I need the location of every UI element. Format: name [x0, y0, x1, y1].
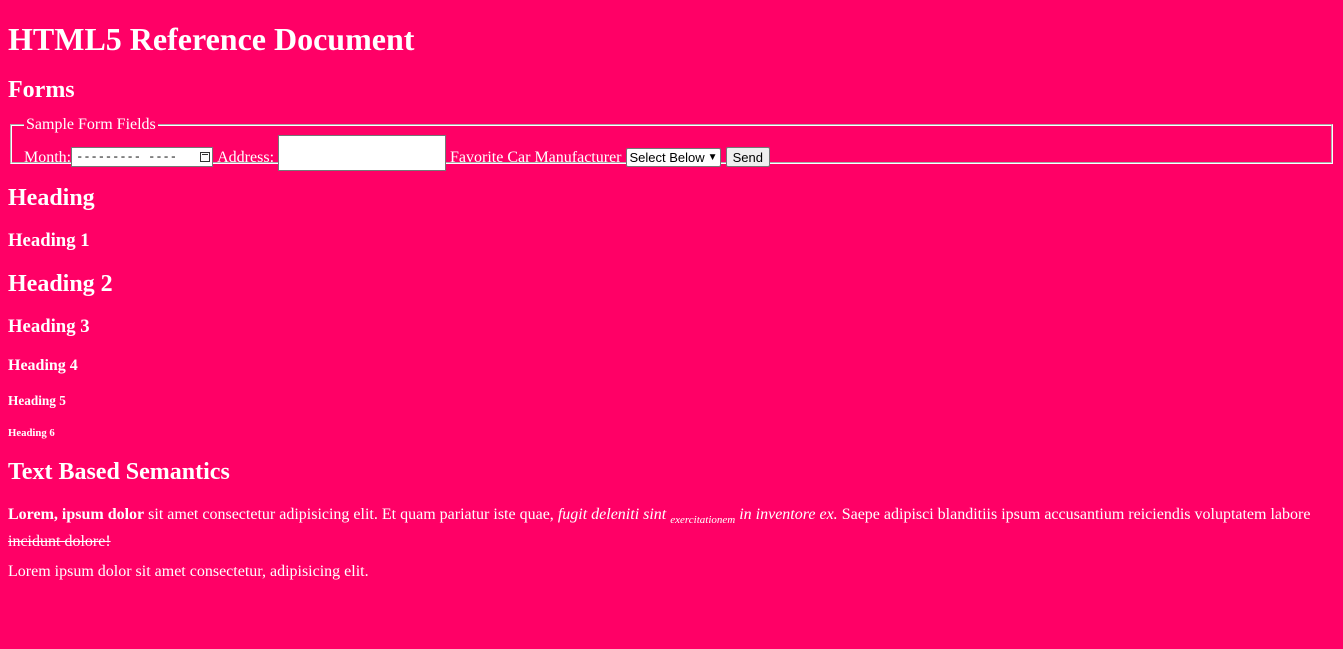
select-value: Select Below	[629, 150, 705, 165]
car-manufacturer-select[interactable]: Select Below ▼	[625, 148, 721, 167]
heading-section-title: Heading	[8, 185, 95, 211]
heading-4-sample: Heading 4	[8, 357, 78, 374]
car-manufacturer-label: Favorite Car Manufacturer	[450, 149, 622, 166]
bold-text: Lorem, ipsum dolor	[8, 506, 145, 523]
chevron-down-icon: ▼	[707, 152, 718, 163]
plain-text-2: Saepe adipisci blanditiis ipsum accusant…	[837, 506, 1311, 523]
month-input[interactable]: --------- ----	[71, 147, 214, 167]
fieldset-legend: Sample Form Fields	[26, 116, 156, 133]
heading-3-sample: Heading 3	[8, 316, 90, 337]
month-label: Month:	[24, 149, 72, 166]
form-row: Month: --------- ---- Address: Favorite …	[24, 127, 1319, 171]
calendar-icon[interactable]	[200, 152, 211, 162]
second-paragraph: Lorem ipsum dolor sit amet consectetur, …	[8, 563, 369, 581]
italic-text-1: fugit deleniti sint	[557, 506, 671, 523]
subscript-text: exercitationem	[670, 514, 736, 527]
forms-heading: Forms	[8, 77, 75, 103]
sample-form-fieldset: Sample Form Fields Month: --------- ----…	[10, 116, 1333, 171]
address-textarea[interactable]	[278, 135, 447, 171]
heading-2-sample: Heading 2	[8, 271, 113, 297]
strikethrough-text: incidunt dolore!	[8, 533, 111, 551]
text-semantics-heading: Text Based Semantics	[8, 459, 230, 485]
address-label: Address:	[217, 149, 275, 166]
heading-5-sample: Heading 5	[8, 393, 66, 408]
page-title: HTML5 Reference Document	[8, 21, 415, 57]
heading-1-sample: Heading 1	[8, 230, 90, 251]
send-button[interactable]: Send	[725, 147, 770, 167]
month-input-value: --------- ----	[76, 150, 177, 164]
heading-6-sample: Heading 6	[8, 427, 55, 439]
plain-text-1: sit amet consectetur adipisicing elit. E…	[144, 506, 558, 523]
semantics-paragraph: Lorem, ipsum dolor sit amet consectetur …	[8, 504, 1335, 553]
italic-text-2: in inventore ex.	[735, 506, 838, 523]
